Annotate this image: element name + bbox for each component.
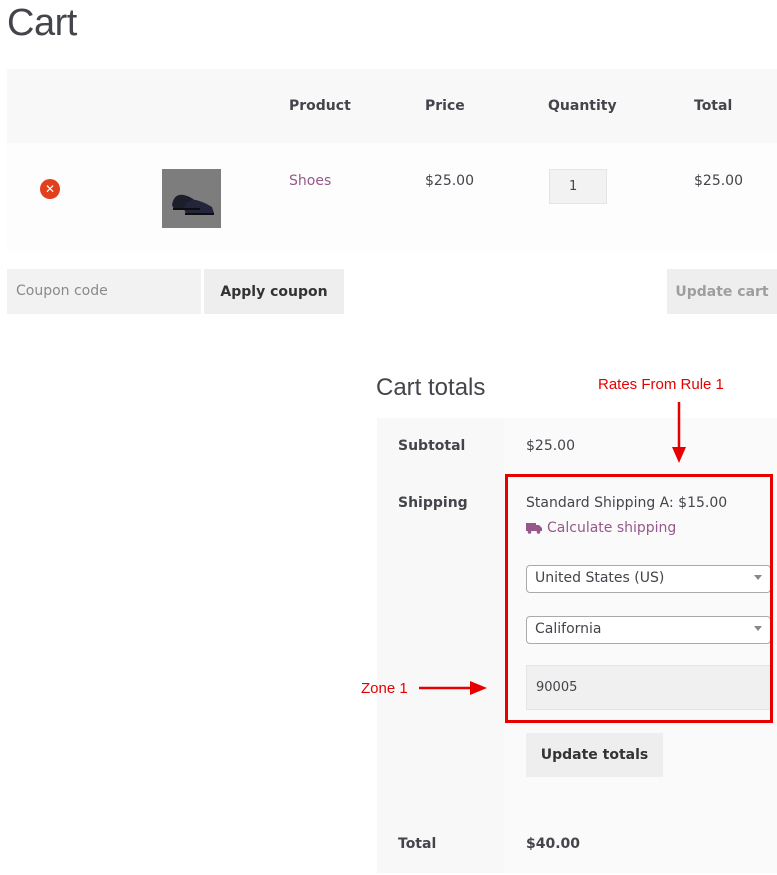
item-price: $25.00 xyxy=(425,173,474,189)
total-label: Total xyxy=(398,836,437,852)
apply-coupon-button[interactable]: Apply coupon xyxy=(204,269,344,314)
product-thumbnail[interactable] xyxy=(162,169,221,228)
subtotal-label: Subtotal xyxy=(398,438,466,454)
update-totals-button[interactable]: Update totals xyxy=(526,733,663,777)
table-row: ✕ Shoes $25.00 1 $25.00 xyxy=(7,143,777,251)
coupon-code-input[interactable]: Coupon code xyxy=(7,269,201,314)
header-quantity: Quantity xyxy=(548,98,617,114)
annotation-box xyxy=(505,474,773,723)
cart-totals-title: Cart totals xyxy=(376,374,486,401)
annotation-zone-label: Zone 1 xyxy=(361,680,408,697)
cart-table: Product Price Quantity Total ✕ Shoes $25… xyxy=(7,69,777,251)
header-total: Total xyxy=(694,98,733,114)
header-product: Product xyxy=(289,98,351,114)
item-total: $25.00 xyxy=(694,173,743,189)
shipping-label: Shipping xyxy=(398,495,468,511)
header-price: Price xyxy=(425,98,465,114)
quantity-input[interactable]: 1 xyxy=(549,169,607,204)
subtotal-value: $25.00 xyxy=(526,438,575,454)
total-value: $40.00 xyxy=(526,836,581,852)
annotation-rates-label: Rates From Rule 1 xyxy=(598,376,724,393)
table-header: Product Price Quantity Total xyxy=(7,69,777,143)
update-cart-button[interactable]: Update cart xyxy=(667,269,777,314)
product-link[interactable]: Shoes xyxy=(289,173,331,189)
remove-item-icon[interactable]: ✕ xyxy=(40,179,60,199)
cart-totals-label-column xyxy=(377,418,504,873)
page-title: Cart xyxy=(7,2,77,44)
